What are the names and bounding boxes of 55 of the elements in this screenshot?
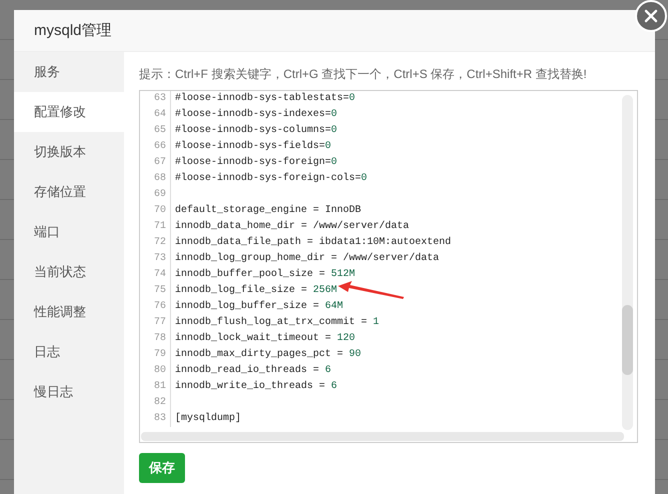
code-line: innodb_read_io_threads = 6 (174, 364, 332, 378)
line-number: 76 (140, 299, 171, 315)
line-number: 75 (140, 283, 171, 299)
sidebar-item[interactable]: 慢日志 (14, 372, 124, 412)
code-line: #loose-innodb-sys-foreign=0 (174, 156, 338, 170)
line-number: 63 (140, 91, 171, 107)
code-line: #loose-innodb-sys-indexes=0 (174, 108, 338, 122)
line-number: 81 (140, 379, 171, 395)
code-line: innodb_buffer_pool_size = 512M (174, 268, 356, 282)
sidebar-item[interactable]: 服务 (14, 52, 124, 92)
scrollbar[interactable] (141, 432, 624, 441)
sidebar-item[interactable]: 存储位置 (14, 172, 124, 212)
line-number: 68 (140, 171, 171, 187)
line-number: 69 (140, 187, 171, 203)
code-line: innodb_log_file_size = 256M (171, 283, 338, 299)
code-line: innodb_data_file_path = ibdata1:10M:autoextend (174, 236, 452, 250)
line-number: 73 (140, 251, 171, 267)
sidebar-item[interactable]: 当前状态 (14, 252, 124, 292)
line-number: 79 (140, 347, 171, 363)
line-number: 83 (140, 411, 171, 427)
sidebar-item[interactable]: 端口 (14, 212, 124, 252)
line-number: 80 (140, 363, 171, 379)
line-number: 64 (140, 107, 171, 123)
code-line: [mysqldump] (174, 412, 242, 426)
line-number: 66 (140, 139, 171, 155)
code-editor[interactable] (139, 90, 638, 443)
code-line: innodb_data_home_dir = /www/server/data (174, 220, 410, 234)
code-line: #loose-innodb-sys-columns=0 (174, 124, 338, 138)
code-line: #loose-innodb-sys-tablestats=0 (174, 92, 356, 106)
sidebar-item[interactable]: 切换版本 (14, 132, 124, 172)
code-line: #loose-innodb-sys-foreign-cols=0 (174, 172, 368, 186)
hint-text: 提示：Ctrl+F 搜索关键字，Ctrl+G 查找下一个，Ctrl+S 保存，Ctrl+Shift+R 查找替换! (139, 66, 588, 83)
line-number: 74 (140, 267, 171, 283)
code-line: #loose-innodb-sys-fields=0 (174, 140, 332, 154)
line-number: 82 (140, 395, 171, 411)
code-line: innodb_log_group_home_dir = /www/server/data (174, 252, 440, 266)
sidebar-item[interactable]: 性能调整 (14, 292, 124, 332)
close-icon[interactable] (635, 0, 667, 32)
code-line: innodb_max_dirty_pages_pct = 90 (174, 348, 362, 362)
line-number: 67 (140, 155, 171, 171)
code-line: innodb_log_buffer_size = 64M (174, 300, 344, 314)
sidebar-item[interactable]: 配置修改 (14, 92, 124, 132)
code-line: innodb_lock_wait_timeout = 120 (174, 332, 356, 346)
scrollbar[interactable] (622, 95, 633, 430)
line-number: 72 (140, 235, 171, 251)
line-number: 65 (140, 123, 171, 139)
line-number: 70 (140, 203, 171, 219)
code-line: innodb_write_io_threads = 6 (174, 380, 338, 394)
code-line: default_storage_engine = InnoDB (174, 204, 362, 218)
line-number: 77 (140, 315, 171, 331)
dialog-title: mysqld管理 (34, 21, 112, 40)
sidebar-item[interactable]: 日志 (14, 332, 124, 372)
line-number: 71 (140, 219, 171, 235)
line-number: 78 (140, 331, 171, 347)
code-line: innodb_flush_log_at_trx_commit = 1 (174, 316, 380, 330)
